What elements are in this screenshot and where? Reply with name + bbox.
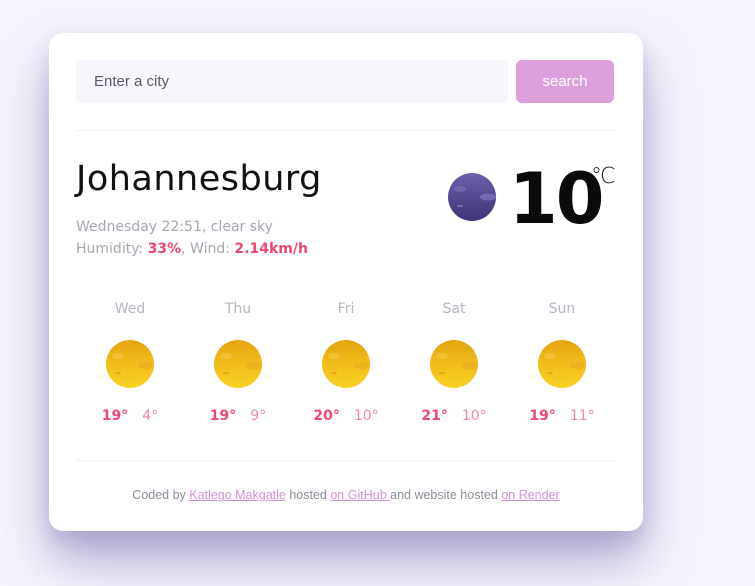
forecast-day-name: Fri xyxy=(337,301,355,317)
footer-website-hosted-text: and website hosted xyxy=(390,488,502,502)
forecast-temps: 19° 4° xyxy=(76,408,184,424)
search-button[interactable]: search xyxy=(516,60,614,103)
forecast-max-temp: 21° xyxy=(421,408,448,424)
top-divider xyxy=(76,130,616,131)
forecast-min-temp: 11° xyxy=(569,408,595,424)
forecast-day: Thu 19° 9° xyxy=(184,298,292,424)
render-link[interactable]: on Render xyxy=(501,488,559,502)
sun-icon xyxy=(322,340,370,388)
bottom-divider xyxy=(76,460,616,461)
temperature-unit: ℃ xyxy=(591,164,616,189)
city-search-input[interactable] xyxy=(76,60,508,103)
forecast-temps: 19° 11° xyxy=(508,408,616,424)
forecast-temps: 21° 10° xyxy=(400,408,508,424)
humidity-value: 33% xyxy=(147,241,182,257)
forecast: Wed 19° 4° Thu 19° 9° Fri 20° 10° Sat 21° 10… xyxy=(76,298,616,438)
humidity-label: Humidity: xyxy=(76,241,148,257)
sun-icon xyxy=(214,340,262,388)
footer-coded-by: Coded by xyxy=(132,488,190,502)
forecast-min-temp: 9° xyxy=(250,408,267,424)
forecast-day: Wed 19° 4° xyxy=(76,298,184,424)
sun-icon xyxy=(538,340,586,388)
current-details: Wednesday 22:51, clear sky Humidity: 33%… xyxy=(76,216,308,260)
date-description-line: Wednesday 22:51, clear sky xyxy=(76,216,308,238)
wind-value: 2.14km/h xyxy=(234,241,308,257)
forecast-day-name: Thu xyxy=(224,301,252,317)
forecast-day: Sun 19° 11° xyxy=(508,298,616,424)
forecast-day: Sat 21° 10° xyxy=(400,298,508,424)
github-link[interactable]: on GitHub xyxy=(330,488,390,502)
forecast-max-temp: 19° xyxy=(529,408,556,424)
author-link[interactable]: Katlego Makgatle xyxy=(189,488,286,502)
wind-label: , Wind: xyxy=(181,241,235,257)
forecast-temps: 19° 9° xyxy=(184,408,292,424)
forecast-max-temp: 20° xyxy=(313,408,340,424)
forecast-min-temp: 10° xyxy=(461,408,487,424)
forecast-day-name: Sat xyxy=(442,301,466,317)
forecast-day-name: Wed xyxy=(114,301,146,317)
search-form: search xyxy=(76,60,614,103)
forecast-max-temp: 19° xyxy=(209,408,237,424)
weather-card: search Johannesburg Wednesday 22:51, cle… xyxy=(49,33,643,531)
clear-night-moon-icon xyxy=(448,173,496,221)
current-temperature: 10 xyxy=(509,158,604,240)
footer-hosted-text: hosted xyxy=(285,488,331,502)
forecast-temps: 20° 10° xyxy=(292,408,400,424)
forecast-day-name: Sun xyxy=(548,301,576,317)
sun-icon xyxy=(106,340,154,388)
forecast-min-temp: 10° xyxy=(353,408,379,424)
forecast-min-temp: 4° xyxy=(142,408,159,424)
sun-icon xyxy=(430,340,478,388)
weather-description: clear sky xyxy=(210,219,273,235)
forecast-max-temp: 19° xyxy=(101,408,129,424)
footer-credits: Coded by Katlego Makgatle hosted on GitH… xyxy=(49,488,643,502)
separator: , xyxy=(201,219,211,235)
city-name: Johannesburg xyxy=(76,159,322,199)
humidity-wind-line: Humidity: 33%, Wind: 2.14km/h xyxy=(76,238,308,260)
current-day-time: Wednesday 22:51 xyxy=(76,219,202,235)
forecast-day: Fri 20° 10° xyxy=(292,298,400,424)
